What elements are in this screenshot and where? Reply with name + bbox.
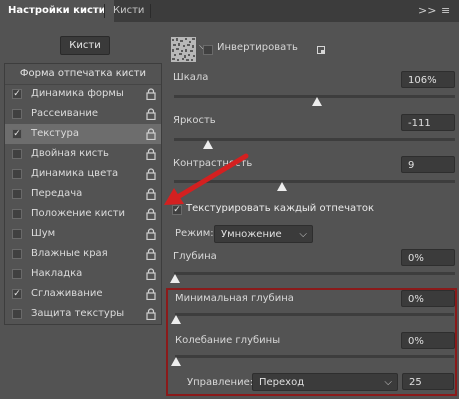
brush-setting-label: Защита текстуры (31, 308, 125, 319)
depth-slider-track[interactable] (174, 272, 455, 275)
tab-brushes[interactable]: Кисти (105, 0, 152, 22)
brightness-slider-track[interactable] (174, 138, 455, 141)
depth-jitter-slider-track[interactable] (175, 355, 454, 358)
texture-pattern-thumbnail[interactable] (171, 37, 196, 62)
lock-icon[interactable] (146, 268, 156, 280)
brush-setting-item[interactable]: ✓ Динамика формы (5, 84, 161, 104)
brush-setting-checkbox[interactable] (12, 189, 22, 199)
depth-jitter-label: Колебание глубины (175, 335, 281, 346)
control-label: Управление: (187, 377, 254, 388)
brush-setting-checkbox[interactable] (12, 149, 22, 159)
new-texture-icon[interactable] (315, 44, 327, 59)
chevron-down-icon: ⌵ (384, 377, 392, 388)
min-depth-slider-track[interactable] (175, 313, 454, 316)
brightness-input[interactable]: -111 (401, 114, 455, 131)
depth-slider-knob[interactable] (170, 274, 180, 283)
brush-setting-checkbox[interactable] (12, 309, 22, 319)
brush-setting-item[interactable]: Положение кисти (5, 204, 161, 224)
control-steps-input[interactable]: 25 (402, 373, 454, 390)
tab-separator (150, 4, 151, 18)
brushes-button[interactable]: Кисти (60, 36, 110, 55)
brush-tip-shape-header[interactable]: Форма отпечатка кисти (5, 64, 161, 85)
brush-setting-label: Рассеивание (31, 108, 99, 119)
mode-select-value: Умножение (221, 229, 282, 240)
brush-setting-checkbox[interactable]: ✓ (12, 129, 22, 139)
contrast-input[interactable]: 9 (401, 156, 455, 173)
brush-setting-item[interactable]: Двойная кисть (5, 144, 161, 164)
tab-brush-settings[interactable]: Настройки кисти (0, 0, 114, 22)
invert-label: Инвертировать (217, 42, 298, 53)
brush-setting-checkbox[interactable] (12, 229, 22, 239)
min-depth-input[interactable]: 0% (401, 290, 455, 307)
contrast-slider-knob[interactable] (277, 182, 287, 191)
brush-setting-label: Шум (31, 228, 56, 239)
min-depth-slider-knob[interactable] (171, 315, 181, 324)
lock-icon[interactable] (146, 228, 156, 240)
mode-label: Режим: (175, 228, 214, 239)
lock-icon[interactable] (146, 88, 156, 100)
brush-setting-label: Положение кисти (31, 208, 126, 219)
lock-icon[interactable] (146, 308, 156, 320)
brush-setting-checkbox[interactable]: ✓ (12, 89, 22, 99)
brightness-slider-knob[interactable] (203, 140, 213, 149)
brush-setting-checkbox[interactable] (12, 109, 22, 119)
control-select[interactable]: Переход ⌵ (252, 373, 398, 391)
brush-setting-label: Влажные края (31, 248, 108, 259)
brush-setting-checkbox[interactable] (12, 269, 22, 279)
brush-setting-label: Динамика цвета (31, 168, 119, 179)
brush-setting-label: Двойная кисть (31, 148, 109, 159)
scale-input[interactable]: 106% (401, 71, 455, 88)
brush-setting-item[interactable]: Динамика цвета (5, 164, 161, 184)
brush-setting-item[interactable]: ✓ Сглаживание (5, 284, 161, 304)
depth-jitter-input[interactable]: 0% (401, 332, 455, 349)
min-depth-label: Минимальная глубина (175, 293, 294, 304)
brush-setting-label: Динамика формы (31, 88, 124, 99)
chevron-down-icon: ⌵ (299, 229, 307, 240)
brush-setting-item[interactable]: Передача (5, 184, 161, 204)
brush-setting-label: Сглаживание (31, 288, 103, 299)
lock-icon[interactable] (146, 108, 156, 120)
brush-setting-label: Накладка (31, 268, 83, 279)
lock-icon[interactable] (146, 288, 156, 300)
control-select-value: Переход (259, 377, 305, 388)
brush-setting-label: Текстура (31, 128, 80, 139)
brush-setting-item[interactable]: ✓ Текстура (5, 124, 161, 144)
brush-setting-checkbox[interactable]: ✓ (12, 289, 22, 299)
brush-setting-item[interactable]: Рассеивание (5, 104, 161, 124)
brush-setting-item[interactable]: Шум (5, 224, 161, 244)
lock-icon[interactable] (146, 128, 156, 140)
brush-setting-item[interactable]: Накладка (5, 264, 161, 284)
brush-setting-checkbox[interactable] (12, 169, 22, 179)
depth-jitter-slider-knob[interactable] (171, 357, 181, 366)
panel-menu-icon[interactable]: ≡ (441, 0, 450, 22)
brush-setting-item[interactable]: Влажные края (5, 244, 161, 264)
brush-setting-checkbox[interactable] (12, 249, 22, 259)
lock-icon[interactable] (146, 248, 156, 260)
depth-label: Глубина (173, 251, 217, 262)
collapse-arrows-icon[interactable]: >> (418, 0, 436, 22)
annotation-arrow (150, 150, 250, 223)
depth-input[interactable]: 0% (401, 249, 455, 266)
invert-checkbox[interactable] (203, 45, 213, 55)
mode-select[interactable]: Умножение ⌵ (214, 225, 313, 243)
scale-label: Шкала (173, 72, 209, 83)
brightness-label: Яркость (173, 115, 216, 126)
brush-setting-label: Передача (31, 188, 83, 199)
brush-setting-checkbox[interactable] (12, 209, 22, 219)
scale-slider-knob[interactable] (312, 97, 322, 106)
brush-setting-item[interactable]: Защита текстуры (5, 304, 161, 324)
